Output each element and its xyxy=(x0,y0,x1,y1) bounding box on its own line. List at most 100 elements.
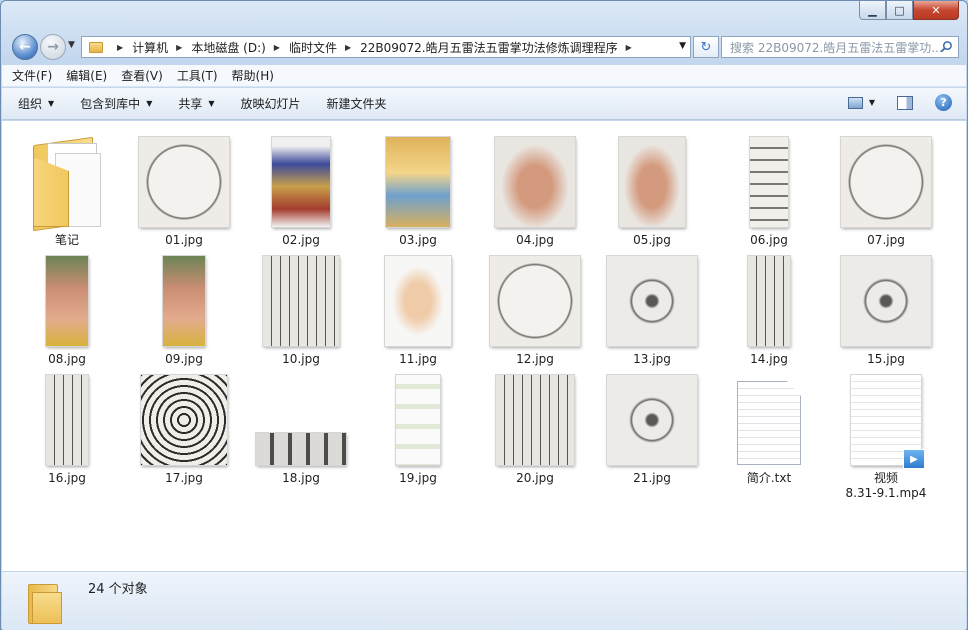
image-file-item[interactable]: 10.jpg xyxy=(246,248,356,367)
file-name-label: 20.jpg xyxy=(516,471,554,485)
view-controls: ▼ ? xyxy=(847,94,952,111)
image-file-item[interactable]: 15.jpg xyxy=(831,248,941,367)
image-thumbnail xyxy=(607,256,697,346)
address-bar[interactable]: ▶ 计算机 ▶ 本地磁盘 (D:) ▶ 临时文件 ▶ 22B09072.皓月五雷… xyxy=(81,36,691,58)
dropdown-arrow-icon: ▼ xyxy=(146,99,153,108)
file-name-label: 简介.txt xyxy=(746,471,792,485)
thumbnail-area xyxy=(363,129,473,227)
menu-view[interactable]: 查看(V) xyxy=(121,67,163,84)
image-file-item[interactable]: 05.jpg xyxy=(597,129,707,248)
file-name-label: 15.jpg xyxy=(867,352,905,366)
crumb-temp-files[interactable]: 临时文件 xyxy=(289,39,337,56)
explorer-window: ▁ □ ✕ ← → ▼ ▶ 计算机 ▶ 本地磁盘 (D:) ▶ 临时文件 ▶ 2… xyxy=(0,0,968,630)
image-thumbnail xyxy=(256,433,346,465)
image-thumbnail xyxy=(386,137,450,227)
video-file-item[interactable]: ▶ 视频 8.31-9.1.mp4 xyxy=(831,367,941,501)
crumb-current-folder[interactable]: 22B09072.皓月五雷法五雷掌功法修炼调理程序 xyxy=(360,39,618,56)
crumb-local-disk[interactable]: 本地磁盘 (D:) xyxy=(191,39,265,56)
share-button[interactable]: 共享 ▼ xyxy=(178,95,214,112)
file-list: 笔记 01.jpg 02.jpg 03.jpg 04.jpg 05.jpg 06.jpg 07… xyxy=(2,121,966,571)
image-file-item[interactable]: 06.jpg xyxy=(714,129,824,248)
image-file-item[interactable]: 01.jpg xyxy=(129,129,239,248)
file-name-label: 笔记 xyxy=(54,233,79,247)
image-thumbnail xyxy=(841,256,931,346)
change-view-icon[interactable] xyxy=(847,96,863,109)
image-thumbnail xyxy=(139,137,229,227)
image-file-item[interactable]: 18.jpg xyxy=(246,367,356,486)
menu-bar: 文件(F) 编辑(E) 查看(V) 工具(T) 帮助(H) xyxy=(2,65,966,87)
thumbnail-area xyxy=(246,367,356,465)
thumbnail-area xyxy=(480,129,590,227)
back-button[interactable]: ← xyxy=(12,34,38,60)
thumbnail-area xyxy=(480,248,590,346)
image-file-item[interactable]: 07.jpg xyxy=(831,129,941,248)
forward-button[interactable]: → xyxy=(40,34,66,60)
crumb-computer[interactable]: 计算机 xyxy=(132,39,168,56)
play-icon: ▶ xyxy=(903,449,925,469)
close-button[interactable]: ✕ xyxy=(913,1,959,20)
file-name-label: 11.jpg xyxy=(399,352,437,366)
folder-item[interactable]: 笔记 xyxy=(12,129,122,248)
breadcrumb-chevron-icon[interactable]: ▶ xyxy=(117,43,123,52)
preview-pane-icon[interactable] xyxy=(897,95,913,110)
refresh-button[interactable]: ↻ xyxy=(693,36,719,58)
view-options-dropdown-icon[interactable]: ▼ xyxy=(869,98,875,107)
thumbnail-area xyxy=(12,367,122,465)
image-file-item[interactable]: 03.jpg xyxy=(363,129,473,248)
image-file-item[interactable]: 14.jpg xyxy=(714,248,824,367)
image-file-item[interactable]: 20.jpg xyxy=(480,367,590,486)
help-icon[interactable]: ? xyxy=(935,94,952,111)
search-placeholder: 搜索 22B09072.皓月五雷法五雷掌功... xyxy=(730,40,943,55)
image-file-item[interactable]: 16.jpg xyxy=(12,367,122,486)
image-file-item[interactable]: 21.jpg xyxy=(597,367,707,486)
caption-buttons: ▁ □ ✕ xyxy=(859,1,959,21)
breadcrumb-chevron-icon[interactable]: ▶ xyxy=(274,43,280,52)
image-file-item[interactable]: 09.jpg xyxy=(129,248,239,367)
menu-file[interactable]: 文件(F) xyxy=(12,67,52,84)
file-name-label: 05.jpg xyxy=(633,233,671,247)
image-file-item[interactable]: 12.jpg xyxy=(480,248,590,367)
image-thumbnail xyxy=(141,375,227,465)
file-name-label: 10.jpg xyxy=(282,352,320,366)
address-dropdown-icon[interactable]: ▼ xyxy=(679,41,686,51)
minimize-button[interactable]: ▁ xyxy=(859,1,886,20)
maximize-button[interactable]: □ xyxy=(886,1,913,20)
thumbnail-area xyxy=(363,367,473,465)
menu-edit[interactable]: 编辑(E) xyxy=(66,67,107,84)
image-thumbnail xyxy=(607,375,697,465)
include-in-library-button[interactable]: 包含到库中 ▼ xyxy=(80,95,152,112)
file-name-label: 09.jpg xyxy=(165,352,203,366)
recent-pages-dropdown-icon[interactable]: ▼ xyxy=(68,40,75,50)
file-name-label: 13.jpg xyxy=(633,352,671,366)
slideshow-button[interactable]: 放映幻灯片 xyxy=(241,95,301,112)
video-thumbnail: ▶ xyxy=(851,375,925,469)
file-name-label: 14.jpg xyxy=(750,352,788,366)
organize-label: 组织 xyxy=(18,97,43,111)
image-file-item[interactable]: 11.jpg xyxy=(363,248,473,367)
image-file-item[interactable]: 08.jpg xyxy=(12,248,122,367)
image-file-item[interactable]: 04.jpg xyxy=(480,129,590,248)
breadcrumb-chevron-icon[interactable]: ▶ xyxy=(345,43,351,52)
file-name-label: 07.jpg xyxy=(867,233,905,247)
thumbnail-area xyxy=(714,248,824,346)
thumbnail-area: ▶ xyxy=(831,367,941,469)
new-folder-button[interactable]: 新建文件夹 xyxy=(327,95,387,112)
thumbnail-area xyxy=(597,129,707,227)
image-file-item[interactable]: 02.jpg xyxy=(246,129,356,248)
image-file-item[interactable]: 13.jpg xyxy=(597,248,707,367)
organize-button[interactable]: 组织 ▼ xyxy=(18,95,54,112)
thumbnail-area xyxy=(363,248,473,346)
menu-help[interactable]: 帮助(H) xyxy=(232,67,274,84)
thumbnail-area xyxy=(129,129,239,227)
image-thumbnail xyxy=(163,256,205,346)
image-file-item[interactable]: 17.jpg xyxy=(129,367,239,486)
search-input[interactable]: 搜索 22B09072.皓月五雷法五雷掌功... xyxy=(721,36,959,58)
breadcrumb-chevron-icon[interactable]: ▶ xyxy=(626,43,632,52)
image-file-item[interactable]: 19.jpg xyxy=(363,367,473,486)
breadcrumb-chevron-icon[interactable]: ▶ xyxy=(176,43,182,52)
status-bar: 24 个对象 xyxy=(2,571,966,630)
text-file-item[interactable]: 简介.txt xyxy=(714,367,824,486)
file-name-label: 08.jpg xyxy=(48,352,86,366)
menu-tools[interactable]: 工具(T) xyxy=(177,67,218,84)
thumbnail-area xyxy=(12,129,122,232)
